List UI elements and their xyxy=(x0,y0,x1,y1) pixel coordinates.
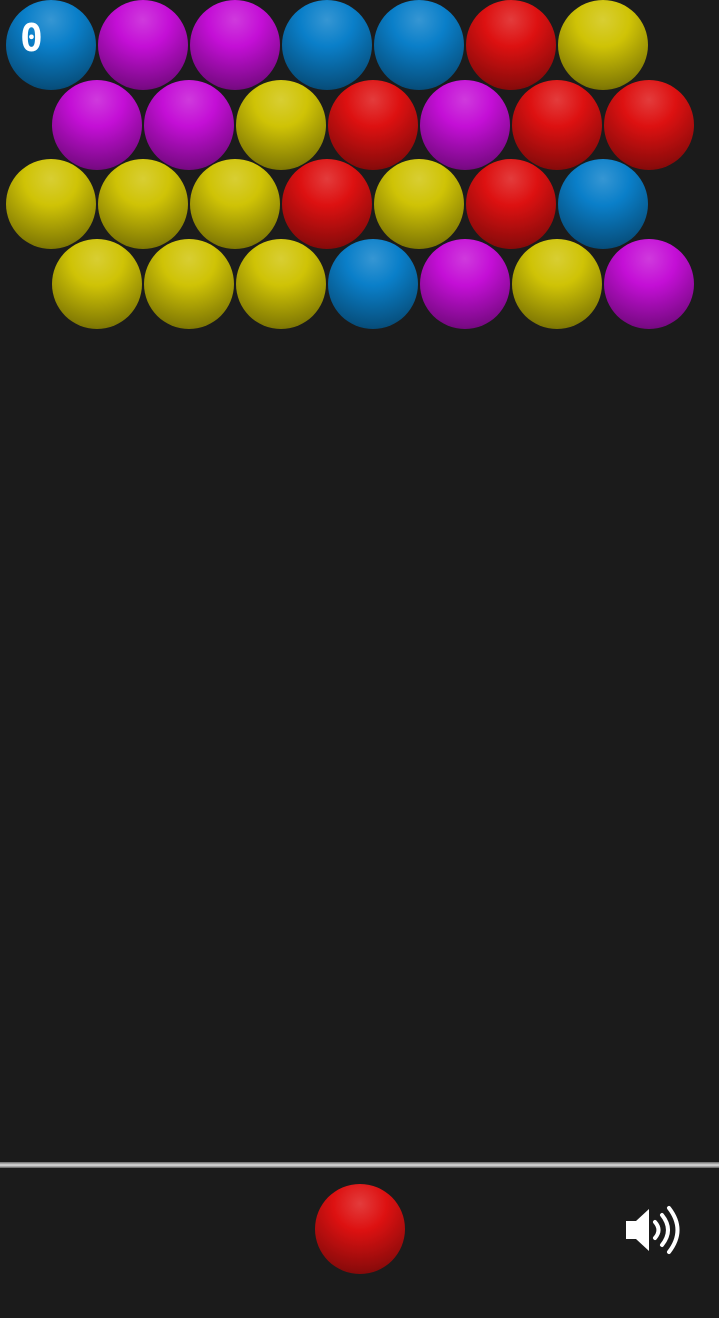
shooter-bubble[interactable] xyxy=(315,1184,405,1274)
bubble-yellow xyxy=(236,238,326,329)
bubble-yellow xyxy=(52,238,142,329)
score-counter: 0 xyxy=(20,16,44,60)
speaker-on-icon xyxy=(626,1206,680,1254)
bubble-blue xyxy=(374,0,464,90)
bubble-red xyxy=(512,79,602,170)
bubble-purple xyxy=(98,0,188,90)
bubble-purple xyxy=(604,238,694,329)
bubble-purple xyxy=(420,238,510,329)
bubble-yellow xyxy=(6,159,96,249)
bubble-red xyxy=(328,79,418,170)
bubble-yellow xyxy=(190,159,280,249)
bubble-blue xyxy=(328,238,418,329)
bubble-purple xyxy=(52,79,142,170)
bubble-yellow xyxy=(98,159,188,249)
bubble-yellow xyxy=(558,0,648,90)
sound-toggle-button[interactable] xyxy=(622,1204,686,1256)
bubble-yellow xyxy=(374,159,464,249)
bubble-yellow xyxy=(144,238,234,329)
game-canvas[interactable]: 0 xyxy=(0,0,719,1318)
bubble-red xyxy=(466,159,556,249)
bubble-blue xyxy=(558,159,648,249)
bubble-grid xyxy=(0,0,719,340)
deadline-line xyxy=(0,1162,719,1168)
bubble-yellow xyxy=(512,238,602,329)
bubble-red xyxy=(604,79,694,170)
bubble-purple xyxy=(144,79,234,170)
bubble-yellow xyxy=(236,79,326,170)
bubble-red xyxy=(466,0,556,90)
bubble-blue xyxy=(282,0,372,90)
bubble-purple xyxy=(420,79,510,170)
bubble-purple xyxy=(190,0,280,90)
bubble-red xyxy=(282,159,372,249)
